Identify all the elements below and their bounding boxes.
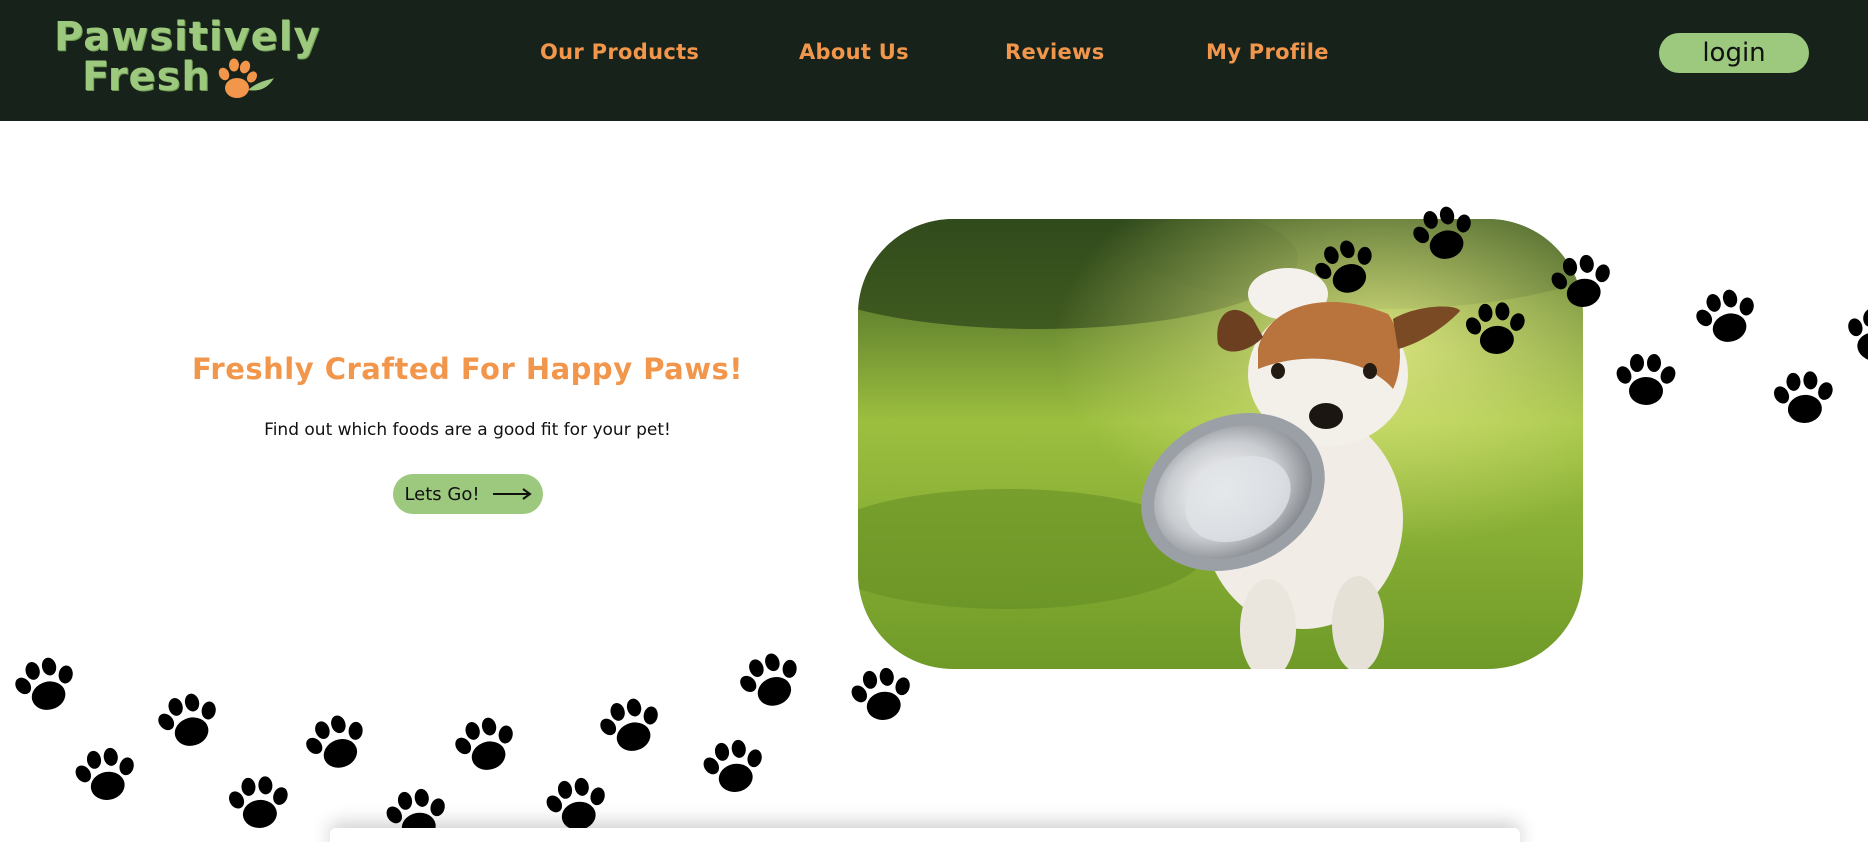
paw-print-icon [1459,295,1532,365]
paw-print-icon [1543,246,1621,321]
paw-print-icon [294,702,380,785]
cta-label: Lets Go! [404,483,480,505]
brand-logo[interactable]: Pawsitively Fresh [54,12,324,102]
next-section-edge [330,828,1520,842]
paw-print-icon [445,706,527,785]
page: Pawsitively Fresh Our Products About Us … [0,0,1868,842]
paw-print-icon [1767,364,1840,434]
paw-leaf-icon [218,58,274,98]
lets-go-button[interactable]: Lets Go! [393,474,543,514]
paw-print-icon [222,769,295,839]
paw-print-icon [590,687,672,766]
dog-with-bowl-photo [858,219,1583,669]
paw-print-icon [148,682,230,761]
hero-subtitle: Find out which foods are a good fit for … [264,420,671,440]
paw-print-icon [1612,349,1680,413]
paw-print-icon [5,646,87,725]
paw-print-icon [843,659,921,734]
paw-print-icon [695,731,773,806]
nav-about-us[interactable]: About Us [799,40,909,64]
nav-our-products[interactable]: Our Products [540,40,699,64]
nav-reviews[interactable]: Reviews [1005,40,1105,64]
paw-print-icon [1686,278,1768,357]
paw-print-icon [67,739,145,814]
login-button[interactable]: login [1659,33,1809,73]
paw-print-icon [1837,300,1868,375]
nav-my-profile[interactable]: My Profile [1206,40,1329,64]
brand-name-line-2: Fresh [82,54,211,100]
long-arrow-right-icon [492,488,532,500]
site-header: Pawsitively Fresh Our Products About Us … [0,0,1868,121]
paw-print-icon [728,640,814,723]
hero-title: Freshly Crafted For Happy Paws! [191,352,744,386]
